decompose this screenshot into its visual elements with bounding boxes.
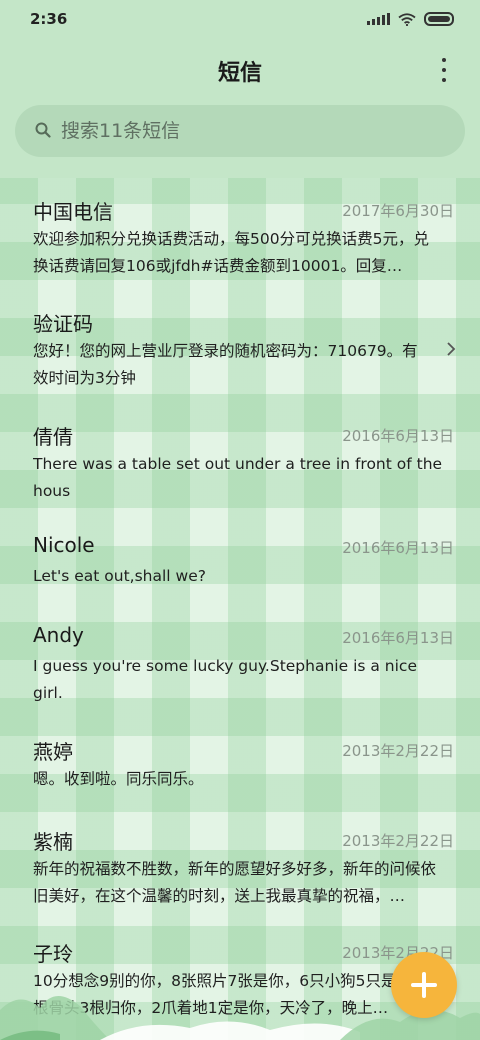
message-preview: 嗯。收到啦。同乐同乐。 [33, 770, 204, 788]
search-icon [35, 122, 51, 138]
message-date: 2016年6月13日 [342, 427, 454, 445]
page-title: 短信 [217, 61, 262, 86]
sender-name: 倩倩 [33, 425, 73, 449]
message-preview: Let's eat out,shall we? [33, 567, 206, 585]
message-preview: 您好！您的网上营业厅登录的随机密码为：710679。有效时间为3分钟 [33, 342, 418, 387]
message-preview: I guess you're some lucky guy.Stephanie … [33, 657, 417, 702]
more-menu-button[interactable] [434, 58, 454, 82]
message-date: 2013年2月22日 [342, 832, 454, 850]
message-preview: 欢迎参加积分兑换话费活动，每500分可兑换话费5元，兑换话费请回复106或jfd… [33, 230, 429, 275]
wifi-icon [398, 12, 416, 26]
message-preview: 新年的祝福数不胜数，新年的愿望好多好多，新年的问候依旧美好，在这个温馨的时刻，送… [33, 860, 437, 905]
message-list[interactable]: 中国电信 2017年6月30日 欢迎参加积分兑换话费活动，每500分可兑换话费5… [0, 178, 480, 1040]
sender-name: 子玲 [33, 942, 73, 966]
sender-name: Andy [33, 623, 84, 647]
sender-name: 紫楠 [33, 830, 73, 854]
sender-name: 验证码 [33, 312, 93, 336]
message-preview: There was a table set out under a tree i… [33, 455, 443, 500]
sender-name: 燕婷 [33, 740, 73, 764]
status-icons [367, 12, 454, 26]
battery-icon [424, 12, 454, 26]
message-preview: 10分想念9别的你，8张照片7张是你，6只小狗5只是你，4根骨头3根归你，2爪着… [33, 972, 438, 1017]
search-input[interactable] [61, 118, 441, 144]
top-bar: 2:36 短信 [0, 0, 480, 178]
status-bar: 2:36 [0, 0, 480, 40]
more-vertical-icon [442, 58, 446, 62]
sender-name: 中国电信 [33, 200, 113, 224]
message-date: 2017年6月30日 [342, 202, 454, 220]
compose-button[interactable] [391, 952, 457, 1018]
chevron-right-icon [447, 342, 456, 356]
search-bar[interactable] [15, 105, 465, 157]
message-date: 2013年2月22日 [342, 742, 454, 760]
message-date: 2016年6月13日 [342, 629, 454, 647]
signal-icon [367, 13, 390, 25]
message-date: 2016年6月13日 [342, 539, 454, 557]
status-time: 2:36 [30, 10, 68, 28]
sender-name: Nicole [33, 533, 95, 557]
